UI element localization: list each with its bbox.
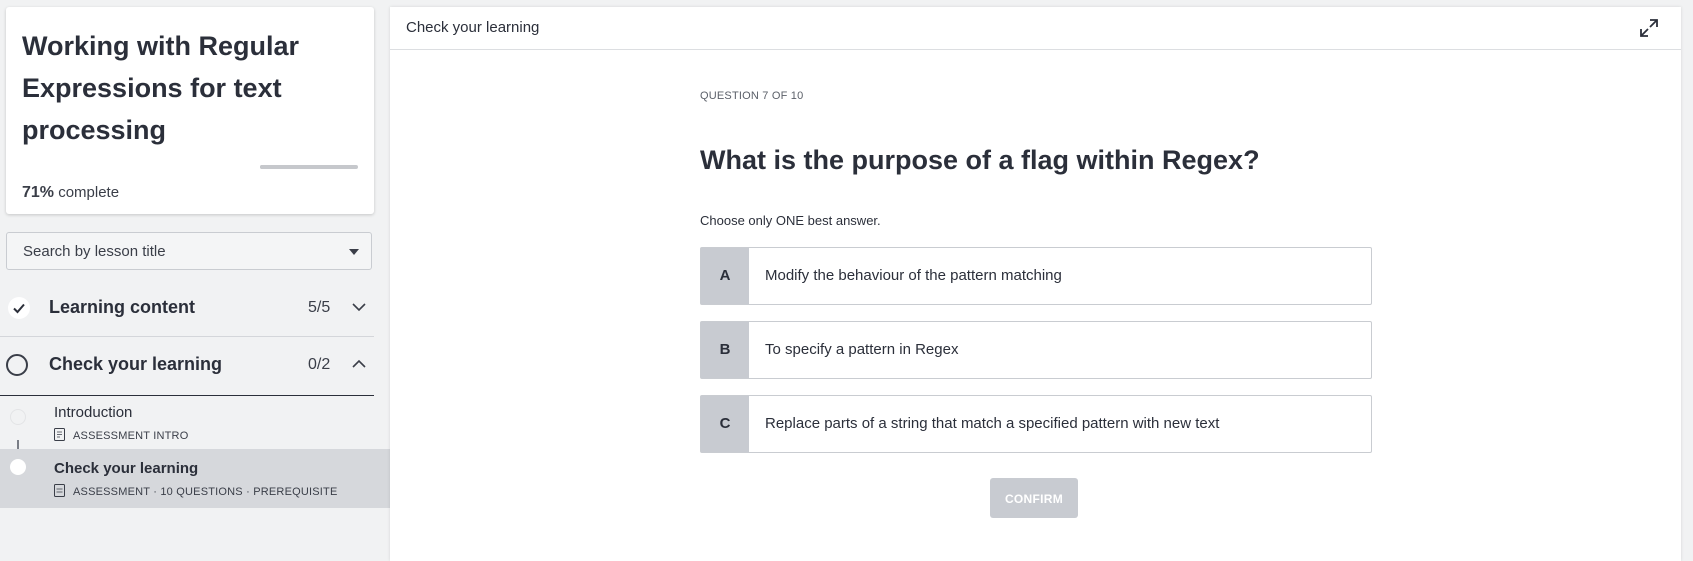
confirm-button[interactable]: CONFIRM <box>990 478 1078 518</box>
progress-bar <box>260 165 358 169</box>
section-title: Learning content <box>49 297 196 317</box>
lesson-meta: ASSESSMENT INTRO <box>54 428 188 444</box>
progress-text: 71% complete <box>22 184 119 202</box>
progress-suffix: complete <box>58 184 120 201</box>
answer-option-b[interactable]: B To specify a pattern in Regex <box>700 321 1372 379</box>
lesson-status-icon <box>10 459 26 475</box>
course-title: Working with Regular Expressions for tex… <box>22 31 300 145</box>
course-card: Working with Regular Expressions for tex… <box>6 7 374 214</box>
question-text-start: What is the purpose of a <box>700 145 1022 175</box>
lesson-meta-text: ASSESSMENT · 10 QUESTIONS · PREREQUISITE <box>73 485 338 498</box>
chevron-down-icon[interactable] <box>352 300 366 314</box>
option-letter: C <box>701 396 749 452</box>
option-text: To specify a pattern in Regex <box>765 341 959 358</box>
content-topbar: Check your learning <box>390 7 1681 50</box>
progress-percent: 71% <box>22 184 55 201</box>
lesson-status-icon <box>10 409 26 425</box>
option-letter: B <box>701 322 749 378</box>
check-icon <box>8 297 30 319</box>
sidebar: Working with Regular Expressions for tex… <box>0 0 390 561</box>
section-count: 5/5 <box>308 299 331 316</box>
main-panel: Check your learning QUESTION 7 OF 10 Wha… <box>390 7 1681 561</box>
lesson-meta: ASSESSMENT · 10 QUESTIONS · PREREQUISITE <box>54 484 338 500</box>
lesson-item-introduction[interactable]: Introduction ASSESSMENT INTRO <box>0 397 390 449</box>
empty-circle-icon <box>6 354 28 376</box>
answer-instruction: Choose only ONE best answer. <box>700 213 881 228</box>
lesson-title: Check your learning <box>54 460 199 477</box>
section-check-your-learning[interactable]: Check your learning 0/2 <box>0 337 374 396</box>
lesson-item-check-your-learning[interactable]: Check your learning ASSESSMENT · 10 QUES… <box>0 449 390 508</box>
lesson-title: Introduction <box>54 404 133 421</box>
lesson-search-label: Search by lesson title <box>23 243 166 260</box>
quiz-document-icon <box>54 484 65 500</box>
document-icon <box>54 428 65 444</box>
question-text-end: within Regex? <box>1069 145 1260 175</box>
section-title: Check your learning <box>49 354 223 374</box>
lesson-meta-text: ASSESSMENT INTRO <box>73 429 189 442</box>
answer-option-a[interactable]: A Modify the behaviour of the pattern ma… <box>700 247 1372 305</box>
option-text: Replace parts of a string that match a s… <box>765 415 1220 432</box>
option-text: Modify the behaviour of the pattern matc… <box>765 267 1062 284</box>
progress-bar-fill <box>260 165 330 169</box>
question-number: QUESTION 7 OF 10 <box>700 90 804 102</box>
question-text: What is the purpose of a flag within Reg… <box>700 145 1260 176</box>
lesson-search-select[interactable]: Search by lesson title <box>6 232 372 270</box>
answer-option-c[interactable]: C Replace parts of a string that match a… <box>700 395 1372 453</box>
chevron-up-icon[interactable] <box>352 357 366 371</box>
section-learning-content[interactable]: Learning content 5/5 <box>0 280 374 337</box>
expand-icon[interactable] <box>1639 18 1659 38</box>
caret-down-icon <box>349 249 359 255</box>
page-title: Check your learning <box>406 19 540 36</box>
option-letter: A <box>701 248 749 304</box>
section-count: 0/2 <box>308 356 331 373</box>
question-emphasis: flag <box>1021 145 1070 175</box>
